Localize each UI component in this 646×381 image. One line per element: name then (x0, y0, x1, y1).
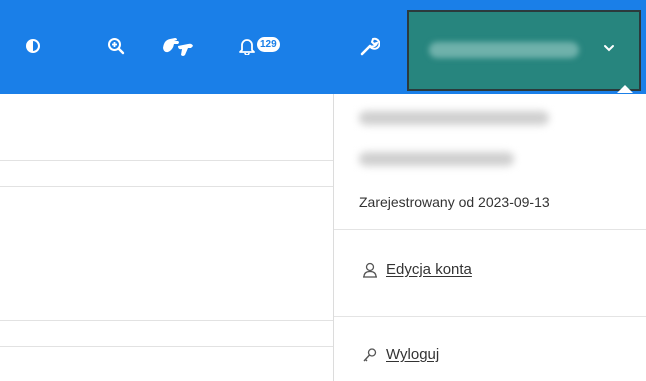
bell-icon (239, 39, 255, 55)
divider (0, 160, 333, 161)
logout-link[interactable]: Wyloguj (362, 346, 439, 363)
logout-label: Wyloguj (386, 346, 440, 363)
user-name-redacted (359, 111, 549, 125)
contrast-button[interactable] (20, 28, 46, 64)
top-toolbar: 129 (0, 0, 646, 94)
wrench-icon (360, 37, 380, 56)
divider (0, 186, 333, 187)
account-dropdown: Zarejestrowany od 2023-09-13 Edycja kont… (333, 94, 646, 381)
divider (334, 316, 646, 317)
edit-account-label: Edycja konta (386, 261, 472, 278)
notifications-button[interactable]: 129 (238, 28, 304, 64)
dropdown-caret (617, 85, 633, 93)
sign-language-icon (163, 38, 193, 56)
divider (0, 346, 333, 347)
settings-button[interactable] (357, 28, 383, 64)
zoom-in-icon (108, 38, 125, 55)
sign-language-button[interactable] (158, 28, 198, 64)
notifications-count-badge: 129 (257, 37, 280, 52)
divider (0, 320, 333, 321)
user-icon (363, 262, 377, 278)
user-detail-redacted (359, 152, 514, 166)
edit-account-link[interactable]: Edycja konta (362, 261, 472, 278)
zoom-button[interactable] (101, 28, 131, 64)
half-circle-icon (26, 39, 40, 53)
account-menu-button[interactable] (407, 10, 641, 91)
divider (334, 229, 646, 230)
chevron-down-icon (604, 45, 614, 52)
key-icon (363, 347, 377, 361)
user-name-redacted (429, 42, 579, 58)
registration-date: Zarejestrowany od 2023-09-13 (359, 194, 550, 210)
